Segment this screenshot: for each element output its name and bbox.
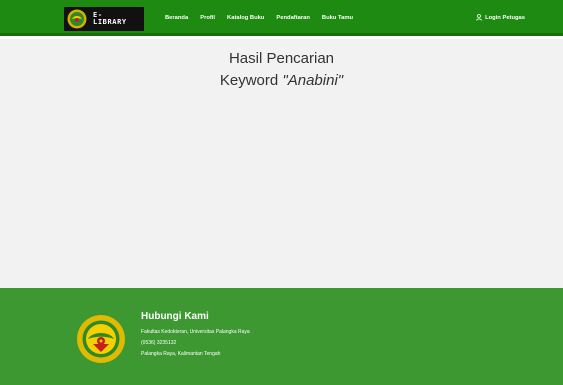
nav-pendaftaran[interactable]: Pendaftaran (276, 15, 310, 21)
contact-city: Palangka Raya, Kalimantan Tengah (141, 351, 221, 357)
nav-beranda[interactable]: Beranda (165, 15, 188, 21)
nav-buku-tamu[interactable]: Buku Tamu (322, 15, 353, 21)
nav-katalog-buku[interactable]: Katalog Buku (227, 15, 264, 21)
brand-text: E- LIBRARY (93, 11, 127, 26)
search-result-title: Hasil Pencarian (228, 50, 335, 67)
contact-phone: (0536) 3235132 (141, 340, 177, 346)
contact-address: Fakultas Kedokteran, Universitas Palangk… (141, 329, 250, 335)
footer: Hubungi Kami Fakultas Kedokteran, Univer… (0, 288, 563, 385)
top-navbar: E- LIBRARY Beranda Profil Katalog Buku P… (0, 0, 563, 36)
search-results-section: Hasil Pencarian Keyword "Anabini" (0, 39, 563, 288)
nav-profil[interactable]: Profil (200, 15, 215, 21)
user-icon (476, 14, 482, 21)
contact-heading: Hubungi Kami (141, 311, 209, 322)
university-emblem-icon (67, 9, 87, 29)
keyword-value: "Anabini" (282, 72, 344, 89)
login-petugas-link[interactable]: Login Petugas (476, 14, 525, 21)
keyword-prefix: Keyword (219, 72, 279, 89)
login-label: Login Petugas (485, 14, 525, 21)
brand-logo-link[interactable]: E- LIBRARY (64, 7, 144, 31)
main-navigation: Beranda Profil Katalog Buku Pendaftaran … (165, 0, 365, 36)
search-keyword-line: Keyword "Anabini" (0, 72, 563, 89)
university-emblem-icon (77, 315, 125, 363)
contact-info: Hubungi Kami Fakultas Kedokteran, Univer… (141, 311, 250, 360)
